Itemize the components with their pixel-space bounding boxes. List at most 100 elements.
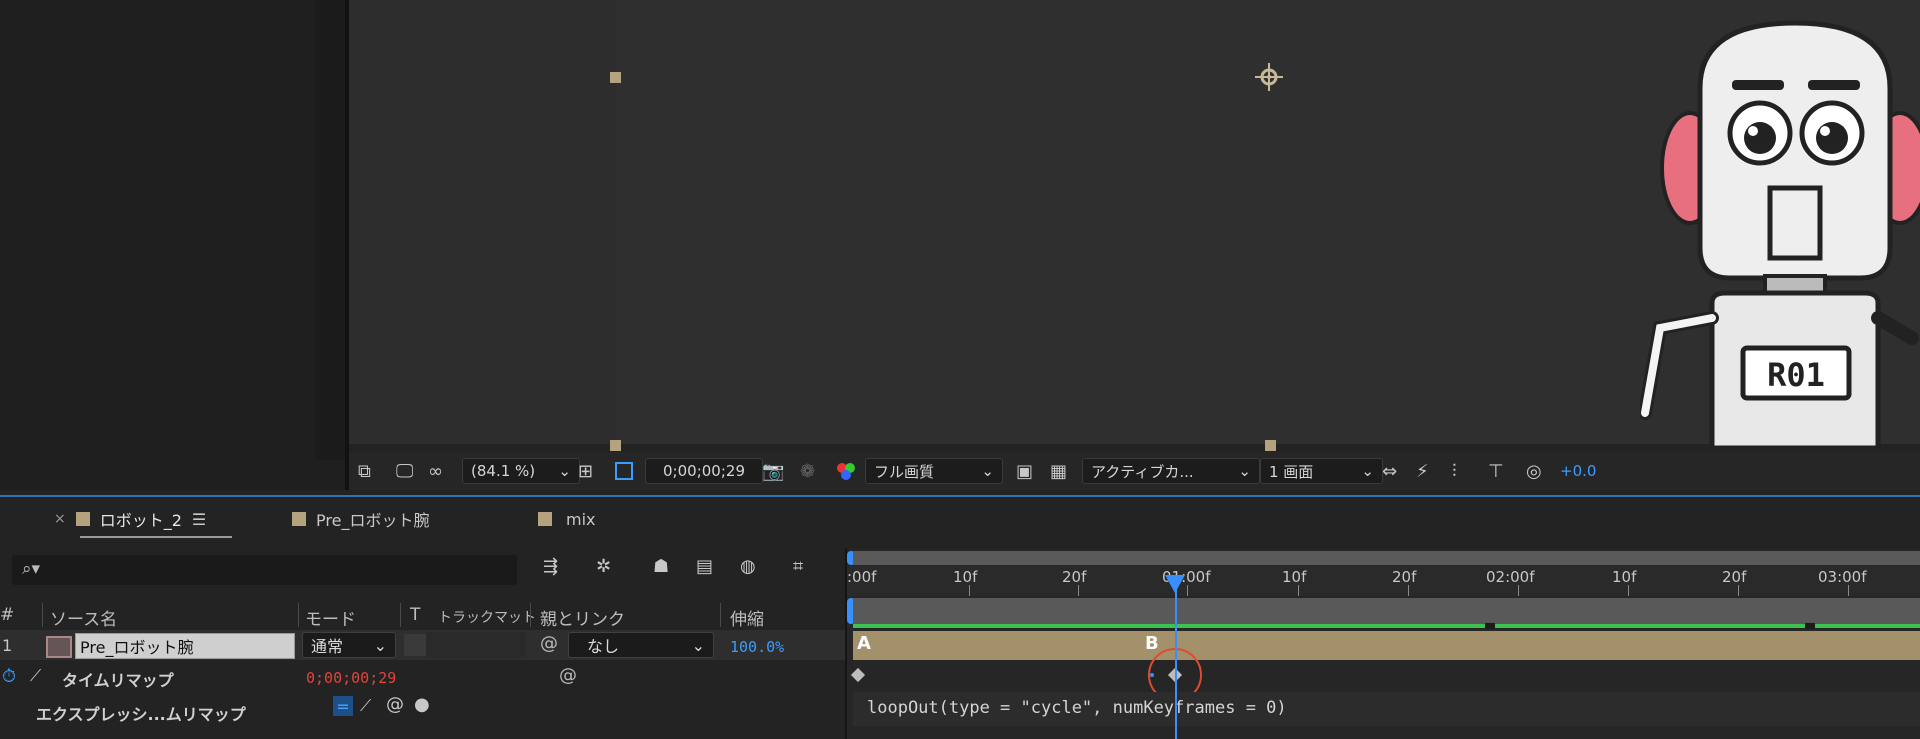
- resolution-dropdown[interactable]: フル画質 ⌄: [865, 458, 1003, 484]
- column-mode[interactable]: モード: [305, 605, 356, 630]
- tab-pre-robot-arm[interactable]: Pre_ロボット腕: [292, 506, 429, 532]
- shy-layers-icon[interactable]: ☗: [653, 556, 669, 577]
- frame-blending-icon[interactable]: ▤: [696, 556, 713, 577]
- region-of-interest-icon[interactable]: [612, 458, 636, 484]
- marker-a[interactable]: A: [857, 633, 871, 654]
- property-pickwhip-icon[interactable]: @: [559, 665, 577, 686]
- column-stretch[interactable]: 伸縮: [730, 605, 764, 630]
- playhead-line[interactable]: [1175, 575, 1177, 739]
- layer-duration-bar[interactable]: [853, 631, 1920, 660]
- ruler-label: 10f: [953, 568, 978, 586]
- composition-duration-bar[interactable]: [853, 598, 1920, 626]
- zoom-value: (84.1 %): [471, 462, 536, 480]
- monitor-icon[interactable]: 🖵: [396, 458, 413, 484]
- ruler-tick: [1848, 585, 1849, 596]
- precomp-icon: [46, 636, 72, 658]
- stretch-value[interactable]: 100.0%: [730, 638, 784, 656]
- timeline-icon[interactable]: ⫶: [1452, 458, 1457, 484]
- view-layout-dropdown[interactable]: 1 画面 ⌄: [1260, 458, 1383, 484]
- grid-icon[interactable]: ⊞: [578, 458, 593, 484]
- column-source-name[interactable]: ソース名: [50, 605, 117, 630]
- tab-label: ロボット_2: [99, 511, 182, 530]
- ruler-tick: [1738, 585, 1739, 596]
- track-matte-field[interactable]: [426, 632, 526, 658]
- marker-b[interactable]: B: [1145, 633, 1159, 654]
- work-area-bar[interactable]: [853, 551, 1920, 565]
- reset-exposure-icon[interactable]: ◎: [1526, 458, 1542, 484]
- playhead-handle[interactable]: [1165, 575, 1185, 593]
- ruler-tick: [1518, 585, 1519, 596]
- layer-name[interactable]: Pre_ロボット腕: [75, 633, 295, 659]
- column-parent[interactable]: 親とリンク: [540, 605, 625, 630]
- graph-editor-icon[interactable]: ⌗: [793, 556, 803, 577]
- ruler-tick: [1187, 585, 1188, 596]
- transform-handle[interactable]: [610, 72, 621, 83]
- stopwatch-icon[interactable]: ⏱: [2, 666, 16, 687]
- camera-value: アクティブカ...: [1091, 462, 1194, 481]
- expression-language-menu-icon[interactable]: ●: [414, 694, 430, 715]
- ruler-tick: [1408, 585, 1409, 596]
- ruler-label: 03:00f: [1818, 568, 1867, 586]
- exposure-value[interactable]: +0.0: [1560, 458, 1596, 484]
- transform-handle[interactable]: [1265, 440, 1276, 451]
- label-color-swatch: [75, 512, 90, 526]
- ruler-tick: [1628, 585, 1629, 596]
- project-panel: [0, 0, 345, 490]
- blend-mode-dropdown[interactable]: 通常 ⌄: [302, 632, 396, 658]
- blend-mode-value: 通常: [311, 637, 344, 656]
- expression-graph-icon[interactable]: ⟋: [360, 696, 371, 716]
- column-separator: [530, 603, 531, 627]
- layer-index: 1: [2, 636, 13, 655]
- ruler-label: 20f: [1062, 568, 1087, 586]
- transparency-grid-icon[interactable]: ▦: [1050, 458, 1067, 484]
- property-value[interactable]: 0;00;00;29: [306, 669, 396, 687]
- draft-3d-icon[interactable]: ✲: [596, 556, 611, 577]
- track-matte-swatch[interactable]: [404, 634, 426, 656]
- column-hash: #: [0, 605, 15, 625]
- parent-dropdown[interactable]: なし ⌄: [568, 632, 714, 658]
- time-ruler[interactable]: [847, 566, 1920, 596]
- timecode-field[interactable]: 0;00;00;29: [645, 458, 763, 484]
- label-color-swatch: [292, 512, 306, 526]
- tab-mix[interactable]: mix: [538, 506, 596, 532]
- timecode-value: 0;00;00;29: [663, 462, 745, 480]
- toggle-pixel-aspect-icon[interactable]: ⇔: [1382, 458, 1397, 484]
- expression-enable-icon[interactable]: =: [333, 696, 353, 716]
- pickwhip-icon[interactable]: @: [540, 633, 558, 654]
- expression-pickwhip-icon[interactable]: @: [386, 694, 404, 715]
- hamburger-menu-icon[interactable]: ☰: [192, 510, 206, 529]
- tab-label: Pre_ロボット腕: [316, 511, 430, 530]
- motion-blur-icon[interactable]: ◍: [740, 556, 756, 577]
- column-t[interactable]: T: [410, 605, 420, 625]
- robot-badge-text: R01: [1767, 356, 1825, 394]
- column-separator: [720, 603, 721, 627]
- ruler-label: 02:00f: [1486, 568, 1535, 586]
- channel-rgb-icon[interactable]: [834, 458, 858, 484]
- layer-search-input[interactable]: ⌕▾: [12, 555, 517, 585]
- anchor-point-icon[interactable]: [1254, 62, 1284, 92]
- transform-handle[interactable]: [610, 440, 621, 451]
- ruler-label: 20f: [1722, 568, 1747, 586]
- always-preview-icon[interactable]: ⧉: [358, 458, 371, 484]
- fast-preview-icon[interactable]: ▣: [1016, 458, 1033, 484]
- expression-code[interactable]: loopOut(type = "cycle", numKeyframes = 0…: [867, 698, 1287, 718]
- mask-icon[interactable]: ∞: [428, 458, 443, 484]
- cache-gap: [1805, 623, 1815, 629]
- ruler-label: 20f: [1392, 568, 1417, 586]
- snapshot-camera-icon[interactable]: 📷: [762, 458, 784, 484]
- graph-icon[interactable]: ⟋: [30, 666, 41, 686]
- parent-value: なし: [587, 637, 620, 656]
- ruler-tick: [969, 585, 970, 596]
- tab-close-icon[interactable]: ×: [54, 511, 66, 527]
- quality-value: フル画質: [874, 462, 935, 481]
- flowchart-icon[interactable]: ⊤: [1488, 458, 1504, 484]
- expression-editor[interactable]: loopOut(type = "cycle", numKeyframes = 0…: [853, 692, 1920, 726]
- column-track-matte[interactable]: トラックマット: [438, 607, 536, 627]
- camera-view-dropdown[interactable]: アクティブカ... ⌄: [1082, 458, 1260, 484]
- tab-robot-2[interactable]: × ロボット_2 ☰: [54, 506, 206, 532]
- zoom-dropdown[interactable]: (84.1 %) ⌄: [462, 458, 580, 484]
- show-snapshot-icon[interactable]: ❁: [800, 458, 815, 484]
- fast-draft-icon[interactable]: ⚡: [1416, 458, 1429, 484]
- composition-mini-flowchart-icon[interactable]: ⇶: [543, 556, 558, 577]
- active-tab-indicator: [80, 536, 232, 538]
